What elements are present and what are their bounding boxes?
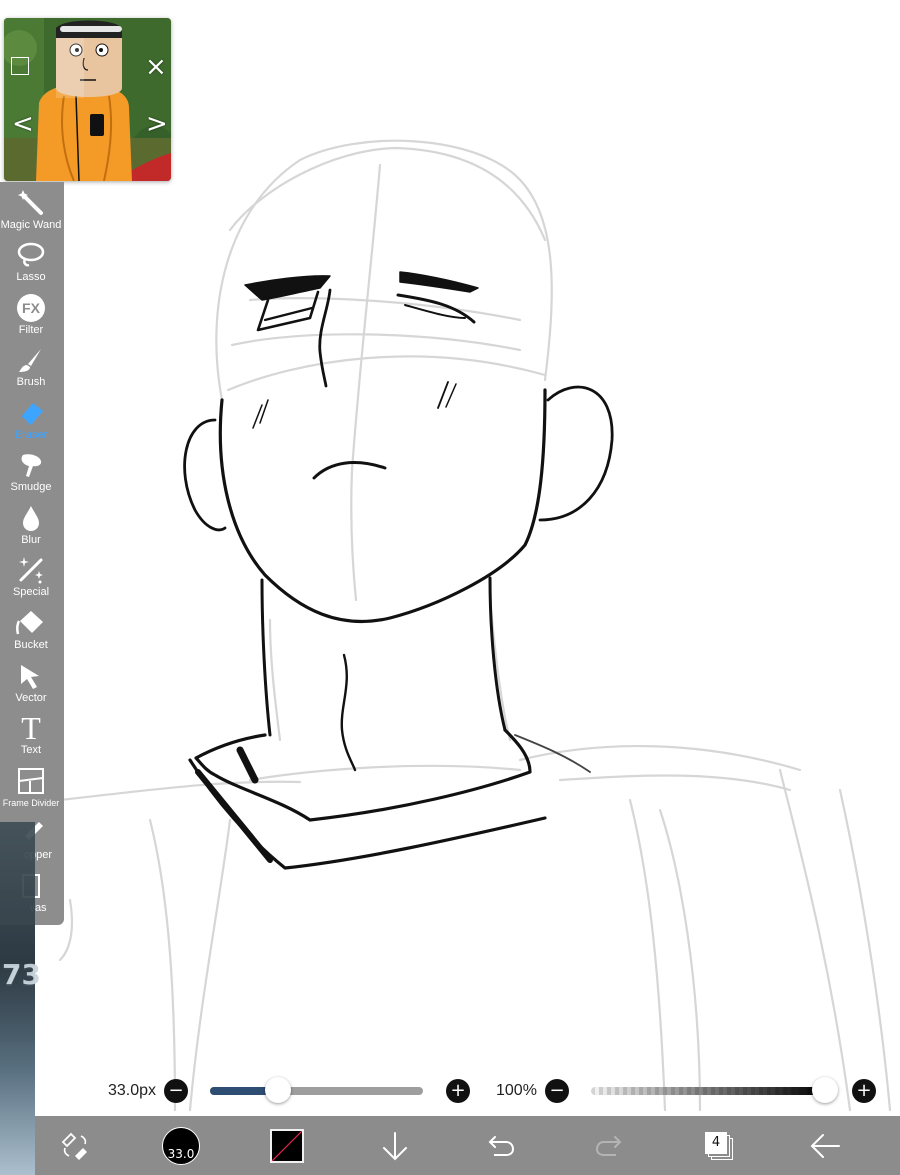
opacity-value: 100% (496, 1082, 537, 1099)
opacity-slider-knob[interactable] (812, 1077, 838, 1103)
construction-sketch (58, 139, 892, 1112)
tool-frame-divider[interactable]: Frame Divider (0, 766, 62, 818)
tool-label: Special (12, 586, 50, 598)
close-reference-button[interactable]: × (145, 54, 167, 80)
blur-drop-icon (16, 503, 46, 533)
layer-count: 4 (705, 1131, 727, 1154)
tool-vector[interactable]: Vector (0, 661, 62, 713)
tool-swap-button[interactable] (55, 1116, 95, 1175)
tool-blur[interactable]: Blur (0, 503, 62, 555)
brush-size-slider-knob[interactable] (265, 1077, 292, 1103)
plus-icon: + (450, 1080, 466, 1101)
frame-toggle-button[interactable] (11, 54, 31, 75)
tool-lasso[interactable]: Lasso (0, 240, 62, 292)
opacity-slider[interactable] (591, 1077, 838, 1103)
tool-filter[interactable]: FX Filter (0, 293, 62, 345)
tool-label: Smudge (10, 481, 52, 493)
opacity-decrease-button[interactable]: − (545, 1079, 569, 1103)
color-picker-button[interactable] (269, 1116, 305, 1175)
tool-label: Blur (21, 534, 41, 546)
minus-icon: − (168, 1080, 184, 1101)
redo-button[interactable] (589, 1116, 629, 1175)
lasso-icon (16, 240, 46, 270)
tool-magic-wand[interactable]: Magic Wand (0, 188, 62, 240)
chevron-right-icon: > (146, 109, 168, 139)
bucket-icon (16, 608, 46, 638)
tool-label: Filter (18, 324, 44, 336)
brush-size-value: 33.0px (108, 1082, 157, 1099)
tool-label: Text (20, 744, 42, 756)
background-app-overlay: 73 (0, 822, 41, 1175)
brush-icon (16, 345, 46, 375)
reference-image (4, 18, 171, 181)
text-icon: T (21, 710, 41, 746)
bottom-toolbar: 33.0 4 (35, 1116, 900, 1175)
tool-label: Lasso (16, 271, 46, 283)
drawing-app: × < > 73 Magic Wand Lasso (0, 0, 900, 1175)
smudge-icon (16, 450, 46, 480)
color-swatch (270, 1128, 304, 1163)
fx-filter-icon: FX (16, 293, 46, 323)
special-sparkle-icon (16, 555, 46, 585)
brush-size-increase-button[interactable]: + (446, 1079, 470, 1103)
back-button[interactable] (805, 1116, 845, 1175)
arrow-down-icon (383, 1131, 407, 1160)
tool-bucket[interactable]: Bucket (0, 608, 62, 660)
next-reference-button[interactable]: > (146, 111, 168, 137)
frame-divider-icon (16, 766, 46, 796)
download-button[interactable] (375, 1116, 415, 1175)
square-outline-icon (11, 57, 29, 75)
previous-reference-button[interactable]: < (12, 111, 34, 137)
undo-icon (488, 1135, 515, 1156)
reference-window[interactable]: × < > (4, 18, 171, 181)
minus-icon: − (549, 1080, 565, 1101)
tool-label: Eraser (14, 429, 48, 441)
tool-text[interactable]: T Text (0, 710, 62, 765)
brush-size-button[interactable]: 33.0 (161, 1116, 201, 1175)
tool-smudge[interactable]: Smudge (0, 450, 62, 502)
brush-size-indicator: 33.0 (162, 1126, 200, 1165)
vector-arrow-icon (16, 661, 46, 691)
tool-sidebar: Magic Wand Lasso FX Filter Brush Eraser … (0, 182, 64, 925)
brush-size-slider[interactable] (210, 1077, 423, 1103)
layers-icon: 4 (705, 1131, 733, 1160)
magic-wand-icon (16, 188, 46, 218)
close-icon: × (145, 52, 167, 82)
plus-icon: + (856, 1080, 872, 1101)
chevron-left-icon: < (12, 109, 34, 139)
brush-size-decrease-button[interactable]: − (164, 1079, 188, 1103)
tool-label: Vector (15, 692, 47, 704)
tool-label: Magic Wand (0, 219, 62, 231)
tool-eraser[interactable]: Eraser (0, 398, 62, 450)
edge-app-text-overlay: 73 (2, 958, 41, 991)
tool-brush[interactable]: Brush (0, 345, 62, 397)
opacity-increase-button[interactable]: + (852, 1079, 876, 1103)
layers-button[interactable]: 4 (699, 1116, 739, 1175)
tool-label: Frame Divider (2, 798, 60, 808)
eraser-icon (16, 398, 46, 428)
arrow-left-icon (810, 1133, 840, 1158)
undo-button[interactable] (481, 1116, 521, 1175)
redo-icon (595, 1135, 622, 1156)
tool-label: Brush (16, 376, 46, 388)
tool-special[interactable]: Special (0, 555, 62, 607)
tool-label: Bucket (14, 639, 48, 651)
brush-eraser-swap-icon (61, 1132, 87, 1160)
